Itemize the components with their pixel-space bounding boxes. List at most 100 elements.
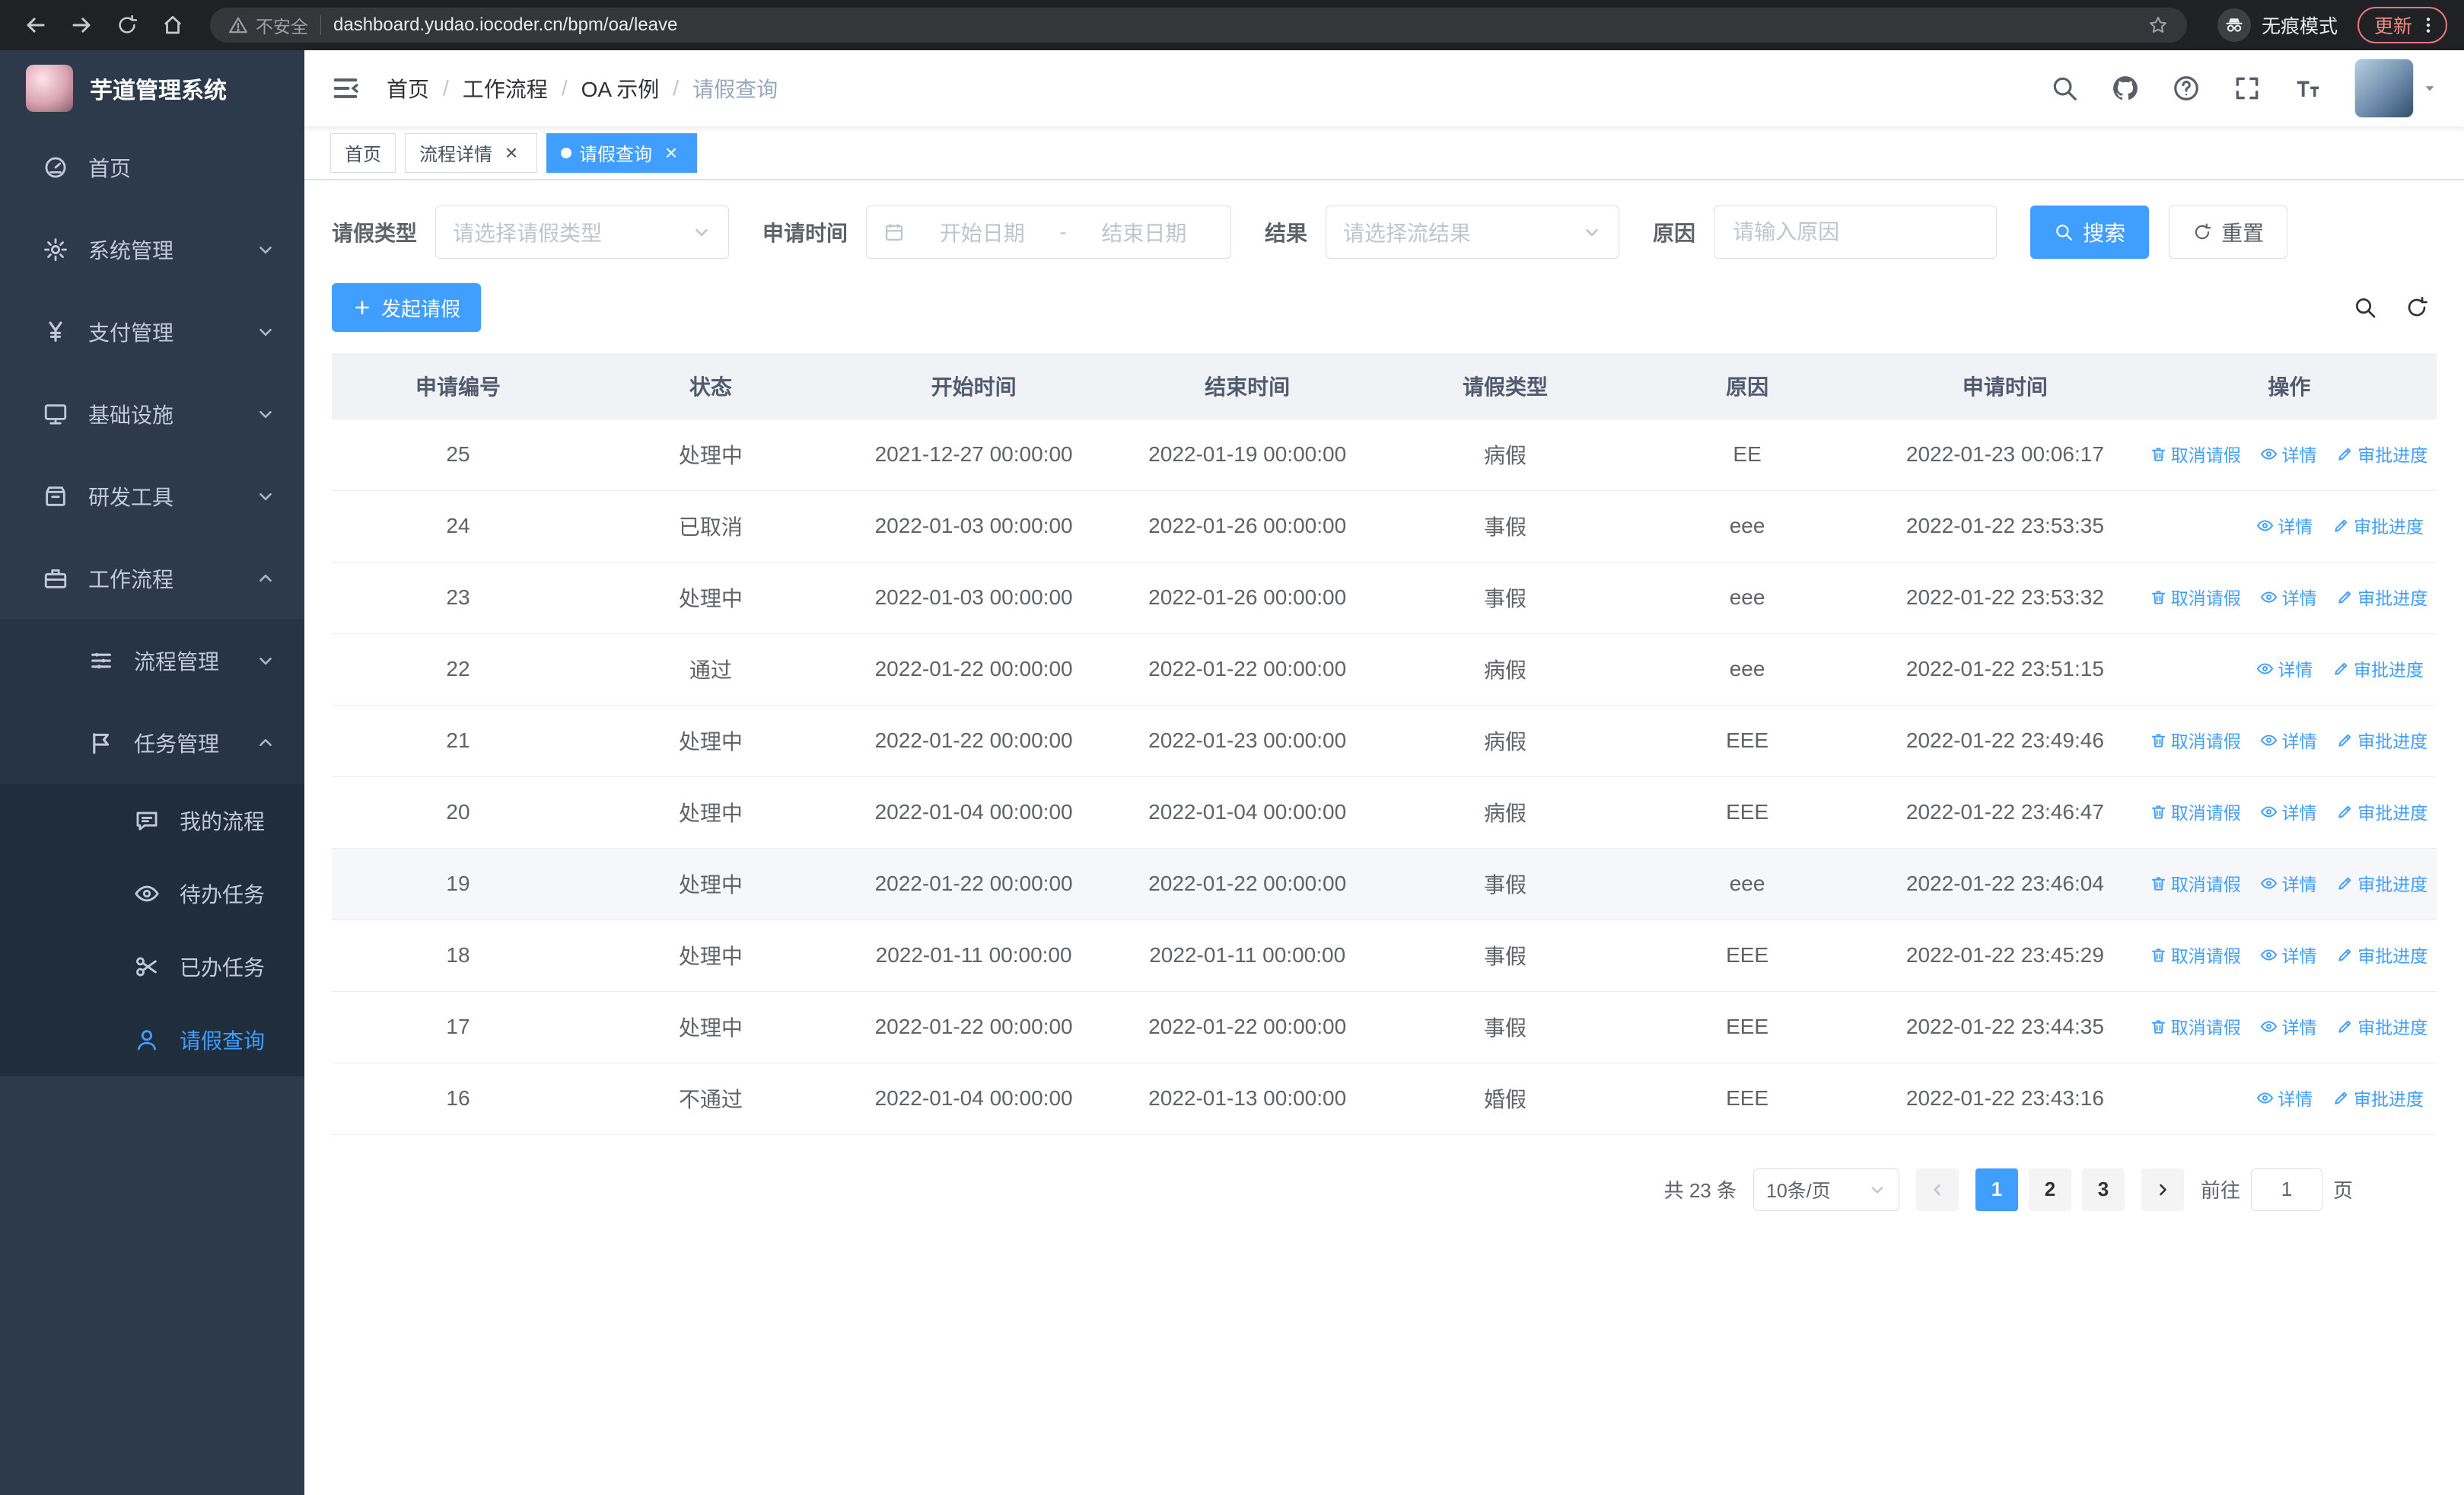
approval-progress-link[interactable]: 审批进度 [2332,1085,2424,1111]
detail-link[interactable]: 详情 [2260,942,2316,967]
detail-link[interactable]: 详情 [2256,1085,2313,1111]
sidebar-item-4[interactable]: 研发工具 [0,455,304,537]
incognito-indicator: 无痕模式 [2217,8,2338,42]
user-menu[interactable] [2354,59,2438,118]
avatar[interactable] [2354,59,2414,118]
cancel-leave-link[interactable]: 取消请假 [2150,727,2241,753]
approval-progress-link[interactable]: 审批进度 [2336,441,2427,467]
browser-forward-button[interactable] [62,6,100,44]
detail-link[interactable]: 详情 [2256,655,2313,681]
result-select[interactable]: 请选择流结果 [1326,206,1620,259]
approval-progress-link[interactable]: 审批进度 [2336,727,2427,753]
create-leave-button[interactable]: 发起请假 [332,283,482,332]
sidebar-collapse-icon[interactable] [330,73,361,104]
sidebar-item-0[interactable]: 首页 [0,126,304,209]
app-logo[interactable]: 芋道管理系统 [0,50,304,126]
cell-reason: eee [1626,633,1869,706]
start-date-placeholder: 开始日期 [939,222,1025,245]
table-row: 21 处理中 2022-01-22 00:00:00 2022-01-23 00… [332,705,2437,777]
cell-status: 不通过 [584,1063,837,1135]
next-page-button[interactable] [2141,1168,2184,1211]
approval-progress-link[interactable]: 审批进度 [2332,655,2424,681]
prev-page-button[interactable] [1915,1168,1959,1211]
toggle-search-icon[interactable] [2353,295,2377,320]
divider [320,15,321,35]
sidebar-item-6[interactable]: 流程管理 [0,620,304,702]
page-size-select[interactable]: 10条/页 [1752,1168,1899,1211]
search-icon[interactable] [2050,74,2079,103]
fullscreen-icon[interactable] [2233,74,2262,103]
cancel-leave-link[interactable]: 取消请假 [2150,584,2241,610]
close-icon[interactable]: × [660,142,683,164]
tab-0[interactable]: 首页 [330,132,396,173]
browser-menu-icon[interactable] [2418,15,2438,35]
sidebar-item-1[interactable]: 系统管理 [0,209,304,291]
approval-progress-link[interactable]: 审批进度 [2336,942,2427,967]
sidebar-item-5[interactable]: 工作流程 [0,537,304,620]
detail-link[interactable]: 详情 [2260,584,2316,610]
breadcrumb-item-1[interactable]: 工作流程 [463,73,548,104]
detail-link[interactable]: 详情 [2260,441,2316,467]
browser-reload-button[interactable] [108,6,146,44]
security-warning[interactable]: 不安全 [228,12,308,38]
tab-2[interactable]: 请假查询 × [546,132,697,173]
url-text[interactable]: dashboard.yudao.iocoder.cn/bpm/oa/leave [333,14,2135,36]
detail-link[interactable]: 详情 [2260,727,2316,753]
browser-home-button[interactable] [154,6,192,44]
tab-1[interactable]: 流程详情 × [405,132,537,173]
cell-apply-time: 2022-01-22 23:53:35 [1868,490,2142,563]
approval-progress-link[interactable]: 审批进度 [2336,870,2427,896]
address-bar[interactable]: 不安全 dashboard.yudao.iocoder.cn/bpm/oa/le… [210,8,2187,43]
help-icon[interactable] [2172,74,2201,103]
sidebar-item-9[interactable]: 待办任务 [0,857,304,930]
goto-page-input[interactable] [2250,1168,2322,1211]
reason-input[interactable] [1717,206,1994,258]
cancel-leave-link[interactable]: 取消请假 [2150,1013,2241,1039]
chevron-down-icon [1582,222,1602,242]
github-icon[interactable] [2111,74,2140,103]
sidebar-item-2[interactable]: 支付管理 [0,291,304,373]
leave-type-select[interactable]: 请选择请假类型 [435,206,730,259]
close-icon[interactable]: × [500,142,523,164]
detail-link[interactable]: 详情 [2260,799,2316,824]
page-button-1[interactable]: 1 [1975,1168,2018,1211]
approval-progress-link[interactable]: 审批进度 [2336,1013,2427,1039]
approval-progress-link[interactable]: 审批进度 [2332,512,2424,538]
cell-leave-type: 病假 [1383,705,1627,777]
sidebar-item-7[interactable]: 任务管理 [0,702,304,784]
sidebar-item-8[interactable]: 我的流程 [0,784,304,857]
cancel-leave-link[interactable]: 取消请假 [2150,441,2241,467]
table-row: 16 不通过 2022-01-04 00:00:00 2022-01-13 00… [332,1063,2437,1135]
reset-button[interactable]: 重置 [2169,206,2288,259]
browser-back-button[interactable] [17,6,55,44]
tags-view-bar: 首页 流程详情 × 请假查询 × [304,126,2464,180]
approval-progress-link[interactable]: 审批进度 [2336,584,2427,610]
breadcrumb-item-2[interactable]: OA 示例 [581,73,660,104]
bookmark-star-button[interactable] [2147,14,2169,36]
page-button-2[interactable]: 2 [2028,1168,2071,1211]
sidebar-item-3[interactable]: 基础设施 [0,373,304,455]
detail-link[interactable]: 详情 [2256,512,2313,538]
column-header-7: 操作 [2141,353,2437,419]
chrome-update-button[interactable]: 更新 [2357,7,2447,43]
page-button-3[interactable]: 3 [2081,1168,2125,1211]
sidebar-item-11[interactable]: 请假查询 [0,1003,304,1076]
cell-start-time: 2021-12-27 00:00:00 [836,419,1111,491]
cancel-leave-link[interactable]: 取消请假 [2150,942,2241,967]
sidebar-item-10[interactable]: 已办任务 [0,930,304,1003]
trash-icon [2150,1018,2167,1035]
cell-start-time: 2022-01-22 00:00:00 [836,991,1111,1063]
breadcrumb-item-0[interactable]: 首页 [387,73,429,104]
apply-time-label: 申请时间 [762,222,848,245]
cancel-leave-link[interactable]: 取消请假 [2150,799,2241,824]
apply-time-range-picker[interactable]: 开始日期 - 结束日期 [866,206,1232,259]
detail-link[interactable]: 详情 [2260,1013,2316,1039]
cancel-leave-link[interactable]: 取消请假 [2150,870,2241,896]
detail-link[interactable]: 详情 [2260,870,2316,896]
edit-icon [2336,1018,2354,1035]
cell-status: 已取消 [584,490,837,563]
refresh-table-icon[interactable] [2405,295,2429,320]
search-button[interactable]: 搜索 [2030,206,2150,259]
approval-progress-link[interactable]: 审批进度 [2336,799,2427,824]
font-size-icon[interactable] [2294,74,2322,103]
